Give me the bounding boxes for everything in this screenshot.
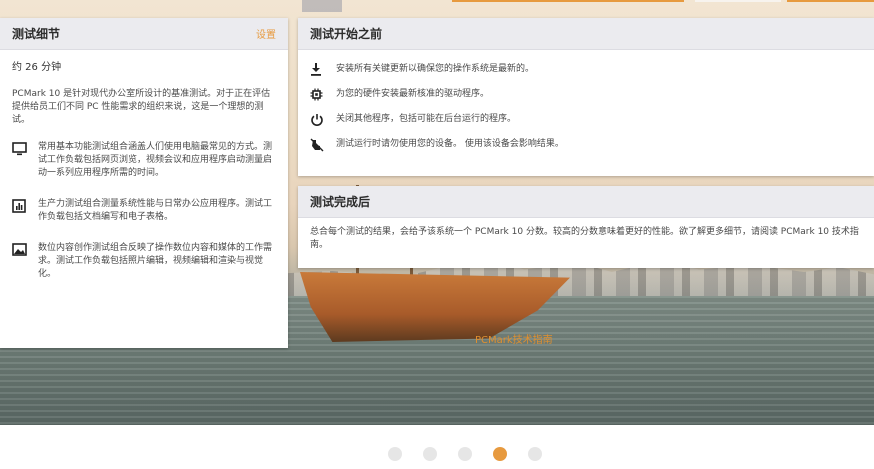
before-item-close-programs: 关闭其他程序，包括可能在后台运行的程序。 xyxy=(310,107,862,132)
chip-icon xyxy=(310,88,336,101)
page-dot-1[interactable] xyxy=(387,447,402,461)
top-tab-light xyxy=(695,0,781,2)
page-dot-5[interactable] xyxy=(527,447,542,461)
before-item-drivers: 为您的硬件安装最新核准的驱动程序。 xyxy=(310,82,862,107)
feature-productivity: 生产力测试组合测量系统性能与日常办公应用程序。测试工作负载包括文档编写和电子表格… xyxy=(12,198,276,224)
feature-content-creation: 数位内容创作测试组合反映了操作数位内容和媒体的工作需求。测试工作负载包括照片编辑… xyxy=(12,242,276,281)
feature-content-creation-text: 数位内容创作测试组合反映了操作数位内容和媒体的工作需求。测试工作负载包括照片编辑… xyxy=(38,243,273,279)
before-test-panel: 测试开始之前 安装所有关键更新以确保您的操作系统是最新的。 为您的硬件安装最新核… xyxy=(298,18,874,176)
after-test-body: 总合每个测试的结果，会给予该系统一个 PCMark 10 分数。较高的分数意味着… xyxy=(298,218,874,262)
before-item-no-use: 测试运行时请勿使用您的设备。 使用该设备会影响结果。 xyxy=(310,132,862,157)
feature-essentials-text: 常用基本功能测试组合涵盖人们使用电脑最常见的方式。测试工作负载包括网页浏览，视频… xyxy=(38,142,273,178)
description-text: PCMark 10 是针对现代办公室所设计的基准测试。对于正在评估提供给员工们不… xyxy=(12,89,271,125)
after-test-panel: 测试完成后 总合每个测试的结果，会给予该系统一个 PCMark 10 分数。较高… xyxy=(298,186,874,268)
background-tower xyxy=(302,0,342,12)
no-touch-icon xyxy=(310,138,336,152)
after-test-text: 总合每个测试的结果，会给予该系统一个 PCMark 10 分数。较高的分数意味着… xyxy=(310,227,859,250)
test-details-body: 约 26 分钟 PCMark 10 是针对现代办公室所设计的基准测试。对于正在评… xyxy=(0,50,288,309)
before-item-drivers-text: 为您的硬件安装最新核准的驱动程序。 xyxy=(336,89,490,99)
page-dot-2[interactable] xyxy=(422,447,437,461)
before-test-body: 安装所有关键更新以确保您的操作系统是最新的。 为您的硬件安装最新核准的驱动程序。… xyxy=(298,50,874,167)
feature-productivity-text: 生产力测试组合测量系统性能与日常办公应用程序。测试工作负载包括文档编写和电子表格… xyxy=(38,199,273,222)
page-dot-4[interactable] xyxy=(492,447,507,461)
monitor-icon xyxy=(12,141,38,161)
top-tab-accent xyxy=(452,0,684,2)
test-details-panel: 测试细节 设置 约 26 分钟 PCMark 10 是针对现代办公室所设计的基准… xyxy=(0,18,288,348)
before-item-no-use-text: 测试运行时请勿使用您的设备。 使用该设备会影响结果。 xyxy=(336,139,564,149)
bar-chart-icon xyxy=(12,198,38,218)
test-details-header: 测试细节 设置 xyxy=(0,18,288,50)
duration-text: 约 26 分钟 xyxy=(12,62,62,73)
before-item-close-programs-text: 关闭其他程序，包括可能在后台运行的程序。 xyxy=(336,114,517,124)
page-dot-3[interactable] xyxy=(457,447,472,461)
image-icon xyxy=(12,242,38,261)
after-test-header: 测试完成后 xyxy=(298,186,874,218)
power-icon xyxy=(310,113,336,127)
top-tab-accent-right xyxy=(787,0,874,2)
before-item-updates: 安装所有关键更新以确保您的操作系统是最新的。 xyxy=(310,57,862,82)
feature-essentials: 常用基本功能测试组合涵盖人们使用电脑最常见的方式。测试工作负载包括网页浏览，视频… xyxy=(12,141,276,180)
download-icon xyxy=(310,63,336,76)
before-item-updates-text: 安装所有关键更新以确保您的操作系统是最新的。 xyxy=(336,64,535,74)
test-details-title: 测试细节 xyxy=(12,27,61,41)
background-watermark: PCMark技术指南 xyxy=(475,335,553,346)
after-test-title: 测试完成后 xyxy=(310,195,371,209)
settings-link[interactable]: 设置 xyxy=(256,26,276,41)
pagination xyxy=(0,447,874,461)
before-test-title: 测试开始之前 xyxy=(310,27,383,41)
before-test-header: 测试开始之前 xyxy=(298,18,874,50)
